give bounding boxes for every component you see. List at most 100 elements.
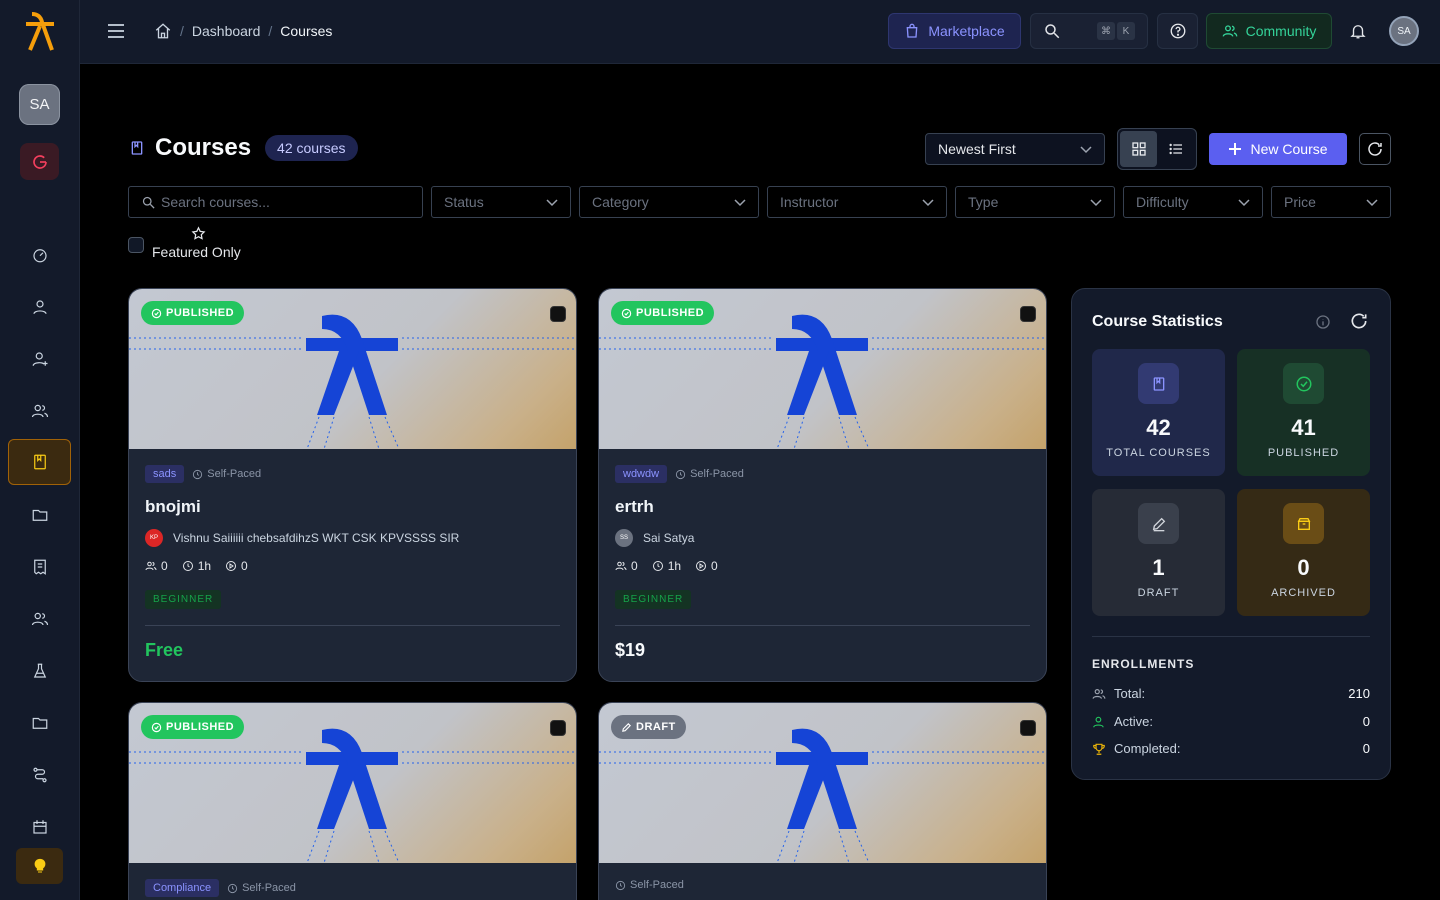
list-view-button[interactable] <box>1157 131 1194 167</box>
course-card[interactable]: PUBLISHED sads Self-Paced bnojmi KP Vish… <box>128 288 577 682</box>
lessons-count: 0 <box>711 559 718 573</box>
avatar[interactable]: SA <box>19 84 60 125</box>
logo-icon[interactable] <box>22 12 58 52</box>
price-filter[interactable]: Price <box>1271 186 1391 218</box>
instructor-filter-label: Instructor <box>780 194 839 210</box>
students-count: 0 <box>161 559 168 573</box>
sidebar-item-dashboard[interactable] <box>8 232 71 278</box>
lessons-metric: 0 <box>225 559 248 573</box>
chevron-down-icon <box>922 199 934 207</box>
featured-only-label[interactable]: Featured Only <box>152 244 241 260</box>
bell-icon <box>1350 25 1366 39</box>
check-circle-icon <box>151 722 162 732</box>
clock-icon <box>652 561 663 571</box>
enrollment-value: 0 <box>1362 741 1370 756</box>
sidebar-item-calendar[interactable] <box>8 804 71 850</box>
pace-label: Self-Paced <box>675 468 744 480</box>
select-checkbox[interactable] <box>1020 720 1036 736</box>
type-filter[interactable]: Type <box>955 186 1115 218</box>
new-course-button[interactable]: New Course <box>1209 133 1347 165</box>
sidebar-item-community[interactable] <box>8 596 71 642</box>
stat-archived: 0 ARCHIVED <box>1237 489 1370 616</box>
sort-select[interactable]: Newest First <box>925 133 1105 165</box>
info-icon[interactable] <box>1315 314 1331 330</box>
menu-icon[interactable] <box>106 20 126 42</box>
users-icon <box>1092 688 1106 699</box>
course-metrics: 0 1h 0 <box>145 559 248 573</box>
sidebar-item-users[interactable] <box>8 284 71 330</box>
plus-icon <box>1229 143 1242 155</box>
course-statistics-panel: Course Statistics 42 TOTAL COURSES 41 PU… <box>1071 288 1391 780</box>
breadcrumb-item-dashboard[interactable]: Dashboard <box>192 23 261 39</box>
community-button[interactable]: Community <box>1206 13 1332 49</box>
google-icon[interactable] <box>20 143 59 180</box>
course-thumbnail: PUBLISHED <box>599 289 1046 449</box>
stat-total-courses: 42 TOTAL COURSES <box>1092 349 1225 476</box>
marketplace-button[interactable]: Marketplace <box>888 13 1021 49</box>
course-count-badge: 42 courses <box>265 135 358 161</box>
marketplace-label: Marketplace <box>928 23 1005 39</box>
breadcrumb-item-current: Courses <box>280 23 333 39</box>
sidebar-item-courses[interactable] <box>8 439 71 485</box>
refresh-icon[interactable] <box>1349 311 1369 331</box>
grid-view-button[interactable] <box>1120 131 1157 167</box>
status-label: PUBLISHED <box>636 307 705 319</box>
home-icon[interactable] <box>154 22 172 40</box>
status-filter-label: Status <box>444 194 484 210</box>
category-tag: wdwdw <box>615 465 668 483</box>
sidebar-item-reports[interactable] <box>8 544 71 590</box>
shortcut-key: K <box>1117 22 1135 40</box>
course-card[interactable]: PUBLISHED wdwdw Self-Paced ertrh SS Sai … <box>598 288 1047 682</box>
search-icon <box>1045 24 1060 39</box>
status-badge: DRAFT <box>611 715 686 739</box>
search-input[interactable]: Search courses... <box>128 186 423 218</box>
sidebar-item-labs[interactable] <box>8 648 71 694</box>
sidebar-item-add-user[interactable] <box>8 336 71 382</box>
breadcrumb-separator: / <box>180 23 184 39</box>
help-button[interactable] <box>1157 13 1198 49</box>
select-checkbox[interactable] <box>550 306 566 322</box>
refresh-button[interactable] <box>1359 133 1391 165</box>
duration-value: 1h <box>667 559 682 573</box>
notifications-button[interactable] <box>1342 13 1374 49</box>
users-icon <box>145 561 157 571</box>
sort-value: Newest First <box>938 141 1016 157</box>
clock-icon <box>615 880 626 890</box>
featured-only-checkbox[interactable] <box>128 237 144 253</box>
difficulty-filter[interactable]: Difficulty <box>1123 186 1263 218</box>
sidebar-item-files[interactable] <box>8 492 71 538</box>
status-filter[interactable]: Status <box>431 186 571 218</box>
level-badge: BEGINNER <box>615 590 692 609</box>
folder-icon <box>32 509 47 521</box>
instructor-name: Sai Satya <box>643 531 695 545</box>
user-avatar[interactable]: SA <box>1389 16 1419 46</box>
star-icon <box>191 226 206 240</box>
sidebar-item-paths[interactable] <box>8 752 71 798</box>
course-card[interactable]: DRAFT Self-Paced <box>598 702 1047 900</box>
course-card[interactable]: PUBLISHED Compliance Self-Paced <box>128 702 577 900</box>
type-filter-label: Type <box>968 194 999 210</box>
sidebar-item-resources[interactable] <box>8 700 71 746</box>
instructor: KP Vishnu Saiiiiii chebsafdihzS WKT CSK … <box>145 529 459 547</box>
lightbulb-icon[interactable] <box>16 848 63 884</box>
pace-label: Self-Paced <box>615 879 684 891</box>
sidebar-item-groups[interactable] <box>8 388 71 434</box>
stat-value: 41 <box>1291 415 1316 440</box>
course-title[interactable]: ertrh <box>615 497 654 517</box>
instructor-filter[interactable]: Instructor <box>767 186 947 218</box>
category-tag: Compliance <box>145 879 220 897</box>
select-checkbox[interactable] <box>1020 306 1036 322</box>
status-label: PUBLISHED <box>166 721 235 733</box>
pace-text: Self-Paced <box>690 468 744 480</box>
enrollments-title: ENROLLMENTS <box>1092 657 1195 671</box>
course-title[interactable]: bnojmi <box>145 497 201 517</box>
category-tag: sads <box>145 465 185 483</box>
user-icon <box>32 300 47 314</box>
select-checkbox[interactable] <box>550 720 566 736</box>
pace-text: Self-Paced <box>242 882 296 894</box>
global-search-button[interactable]: ⌘ K <box>1030 13 1148 49</box>
instructor-avatar: KP <box>145 529 163 547</box>
category-filter[interactable]: Category <box>579 186 759 218</box>
course-tags: Self-Paced <box>615 879 684 891</box>
page-title: Courses <box>155 134 252 161</box>
